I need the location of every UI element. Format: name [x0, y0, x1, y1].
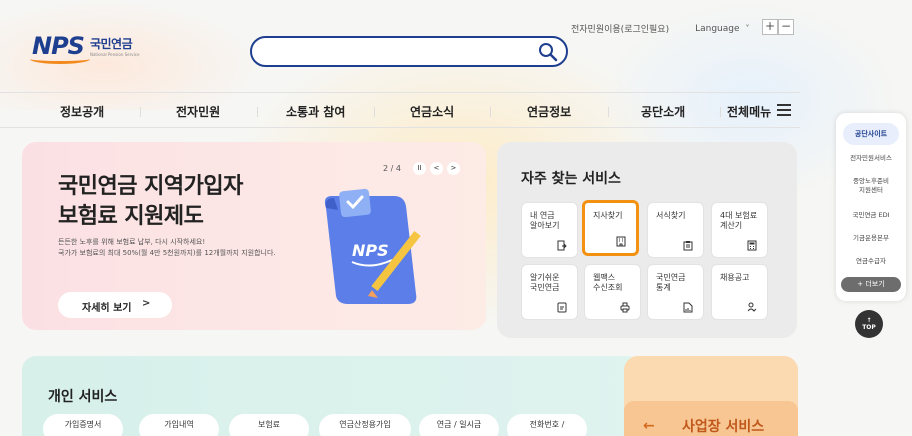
document-pen-illustration: NPS	[324, 188, 421, 304]
personal-services-title: 개인 서비스	[48, 389, 118, 405]
business-services-title: 사업장 서비스	[682, 419, 765, 435]
language-select[interactable]: Language	[695, 24, 739, 34]
nav-item-epetition[interactable]: 전자민원	[176, 103, 220, 120]
nav-divider	[140, 107, 141, 117]
nav-item-info[interactable]: 정보공개	[60, 103, 104, 120]
personal-tab[interactable]: 가입내역	[139, 414, 219, 436]
nav-item-about[interactable]: 공단소개	[641, 103, 685, 120]
tile-label: 채용공고	[720, 273, 750, 282]
svg-text:NPS: NPS	[352, 241, 389, 260]
tile-label: 국민연금 통계	[656, 273, 686, 292]
nps-logo[interactable]: NPS 국민연금 National Pension Service	[30, 32, 140, 64]
tile-label: 알기쉬운 국민연금	[530, 273, 560, 292]
logo-mark: NPS	[30, 32, 90, 64]
hero-title-line: 국민연금 지역가입자	[58, 174, 243, 199]
logo-english-text: National Pension Service	[89, 52, 140, 57]
tile-label: 웹팩스 수신조회	[593, 273, 623, 292]
personal-tab[interactable]: 연금 / 일시금	[419, 414, 499, 436]
personal-tab[interactable]: 연금산정용가입	[319, 414, 411, 436]
frequent-services-title: 자주 찾는 서비스	[521, 171, 621, 187]
chevron-right-icon: >	[142, 298, 151, 309]
hero-detail-label: 자세히 보기	[82, 303, 132, 314]
business-services-section[interactable]: ← 사업장 서비스	[624, 356, 798, 436]
nav-item-pension-info[interactable]: 연금정보	[527, 103, 571, 120]
arrow-up-icon: ↑	[866, 317, 872, 324]
login-link[interactable]: 전자민원이용(로그인필요)	[571, 22, 669, 35]
nav-item-news[interactable]: 연금소식	[410, 103, 454, 120]
nav-item-communication[interactable]: 소통과 참여	[286, 103, 345, 120]
service-tile-easy-pension[interactable]: 알기쉬운 국민연금	[521, 264, 578, 320]
hero-banner: 국민연금 지역가입자 보험료 지원제도 든든한 노후를 위해 보험료 납부, 다…	[22, 142, 486, 330]
tile-label: 지사찾기	[593, 211, 623, 220]
service-tile-form-finder[interactable]: 서식찾기	[647, 202, 704, 258]
personal-tab[interactable]: 전화번호 /	[507, 414, 587, 436]
chart-doc-icon	[683, 302, 693, 313]
hero-pager: 2 / 4 II < >	[383, 162, 460, 175]
printer-icon	[620, 302, 630, 313]
prev-icon[interactable]: <	[429, 162, 443, 175]
quick-link-retirement-center[interactable]: 중앙노후준비 지원센터	[838, 177, 904, 195]
logo-korean-text: 국민연금	[89, 37, 133, 51]
logo-swoosh-icon	[30, 54, 90, 64]
personal-tab[interactable]: 보험료	[229, 414, 309, 436]
quick-link-edi[interactable]: 국민연금 EDI	[838, 211, 904, 220]
personal-services-section: 개인 서비스 가입증명서 가입내역 보험료 연금산정용가입 연금 / 일시금 전…	[22, 356, 642, 436]
frequent-services-panel: 자주 찾는 서비스 내 연금 알아보기 지사찾기 서식찾기 4대 보험료 계산기…	[497, 142, 797, 338]
service-tile-webfax[interactable]: 웹팩스 수신조회	[584, 264, 641, 320]
zoom-controls: + −	[762, 19, 794, 35]
service-tile-recruitment[interactable]: 채용공고	[711, 264, 768, 320]
service-tile-branch-finder[interactable]: 지사찾기	[582, 200, 639, 256]
top-label: TOP	[862, 324, 876, 331]
quick-link-recipient[interactable]: 연금수급자	[838, 257, 904, 266]
quick-links-more-button[interactable]: + 더보기	[841, 277, 901, 292]
nav-divider	[490, 107, 491, 117]
nav-divider	[720, 107, 721, 117]
quick-link-fund-management[interactable]: 기금운용본부	[838, 234, 904, 243]
clipboard-icon	[683, 241, 693, 251]
search-bar[interactable]	[250, 36, 568, 67]
hero-detail-button[interactable]: 자세히 보기 >	[58, 292, 172, 318]
pager-count: 2 / 4	[383, 164, 401, 173]
quick-links-sidebar: 공단사이트 전자민원서비스 중앙노후준비 지원센터 국민연금 EDI 기금운용본…	[836, 113, 906, 301]
quick-links-heading[interactable]: 공단사이트	[843, 123, 899, 145]
hero-title-line: 보험료 지원제도	[58, 204, 204, 229]
calculator-icon	[747, 240, 757, 251]
zoom-out-button[interactable]: −	[778, 19, 794, 35]
service-tile-pension-stats[interactable]: 국민연금 통계	[647, 264, 704, 320]
service-tile-my-pension[interactable]: 내 연금 알아보기	[521, 202, 578, 258]
hamburger-icon[interactable]	[777, 104, 791, 116]
book-icon	[557, 302, 567, 313]
nav-divider	[257, 107, 258, 117]
nav-divider	[608, 107, 609, 117]
next-icon[interactable]: >	[446, 162, 460, 175]
quick-link-epetition[interactable]: 전자민원서비스	[838, 154, 904, 163]
person-check-icon	[747, 302, 757, 312]
hero-desc-line: 국가가 보험료의 최대 50%(월 4만 5천원까지)를 12개월까지 지원합니…	[58, 249, 276, 257]
pause-icon[interactable]: II	[412, 162, 426, 175]
personal-tab[interactable]: 가입증명서	[43, 414, 123, 436]
chevron-down-icon[interactable]: ˅	[746, 24, 750, 33]
tile-label: 내 연금 알아보기	[530, 211, 560, 230]
nav-item-all-menu[interactable]: 전체메뉴	[727, 103, 771, 120]
search-icon[interactable]	[538, 42, 558, 62]
main-nav: 정보공개 전자민원 소통과 참여 연금소식 연금정보 공단소개 전체메뉴	[0, 92, 800, 128]
utility-links: 전자민원이용(로그인필요) Language ˅	[571, 22, 750, 36]
scroll-top-button[interactable]: ↑ TOP	[855, 310, 883, 338]
hero-desc-line: 든든한 노후를 위해 보험료 납부, 다시 시작하세요!	[58, 238, 206, 246]
document-arrow-icon	[557, 240, 567, 251]
arrow-left-icon: ←	[643, 418, 655, 434]
tile-label: 4대 보험료 계산기	[720, 211, 758, 230]
zoom-in-button[interactable]: +	[762, 19, 778, 35]
hero-title: 국민연금 지역가입자 보험료 지원제도	[58, 172, 243, 232]
hero-description: 든든한 노후를 위해 보험료 납부, 다시 시작하세요! 국가가 보험료의 최대…	[58, 237, 276, 259]
service-tile-insurance-calculator[interactable]: 4대 보험료 계산기	[711, 202, 768, 258]
tile-label: 서식찾기	[656, 211, 686, 220]
nav-divider	[374, 107, 375, 117]
building-icon	[616, 236, 626, 247]
